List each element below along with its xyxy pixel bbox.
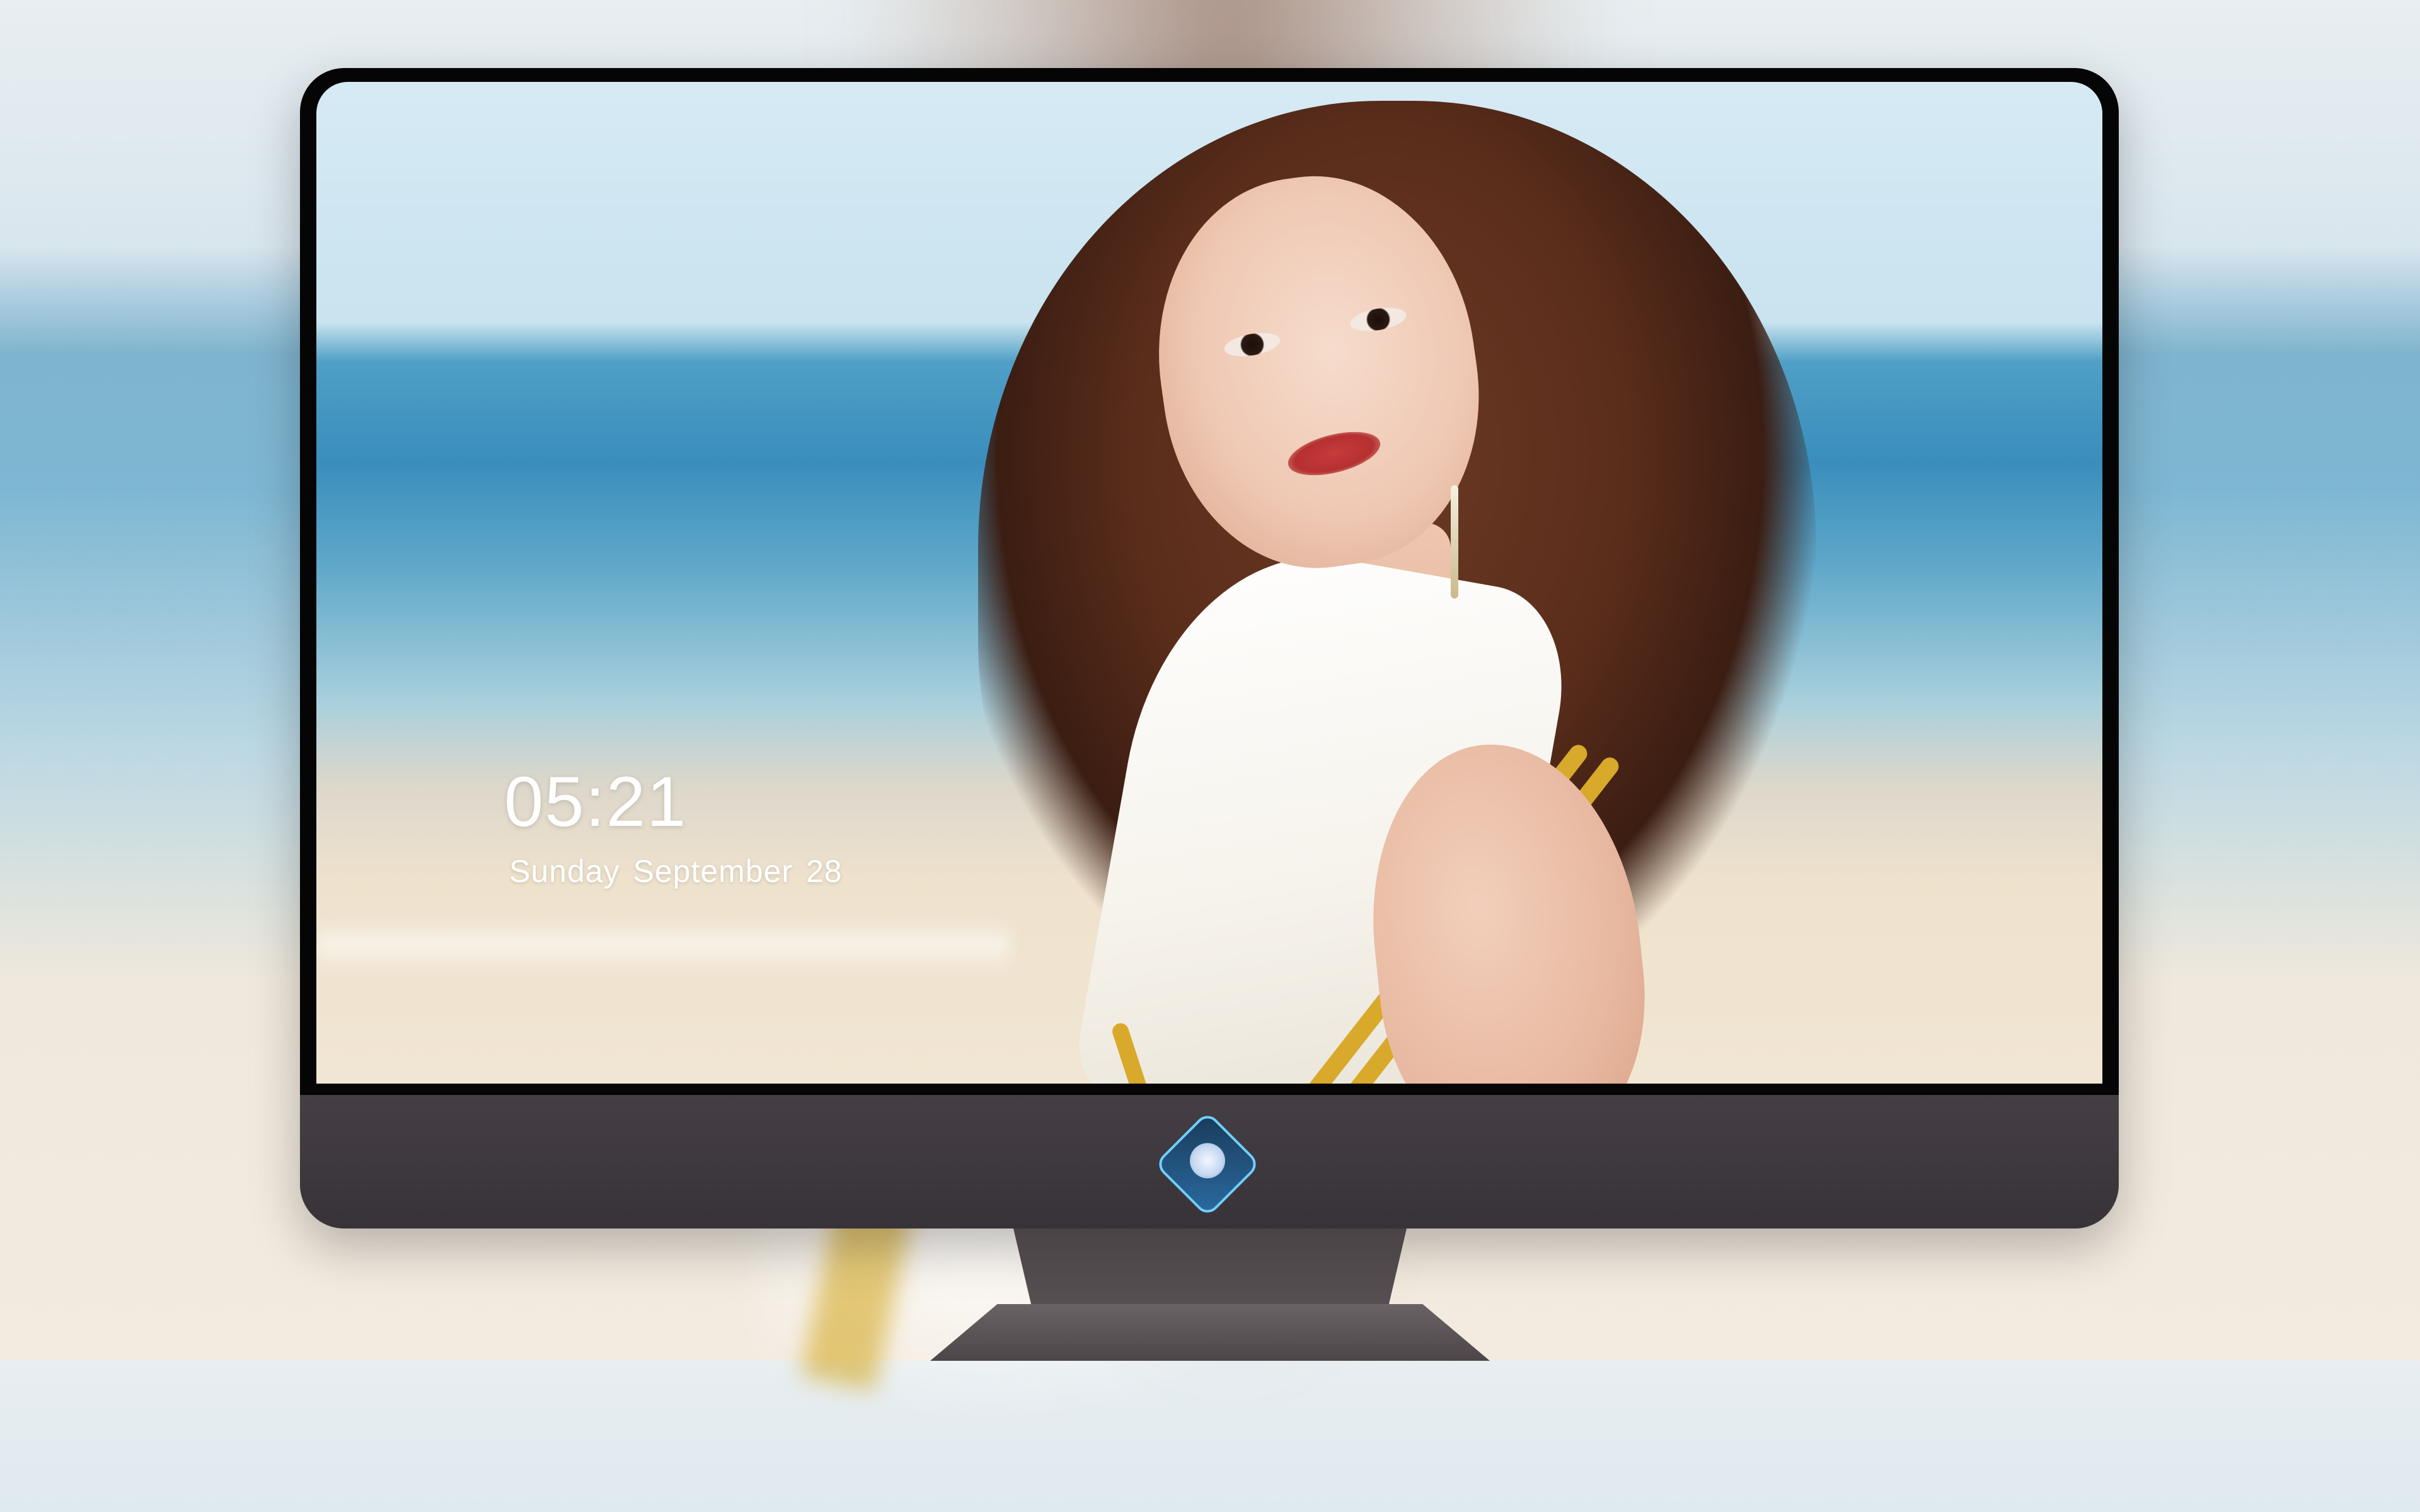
monitor-screen: 05:21 Sunday September 28 <box>316 82 2102 1084</box>
logo-center <box>1182 1135 1233 1186</box>
lockscreen-date: Sunday September 28 <box>509 854 843 889</box>
wallpaper-sea-foam <box>316 920 1010 970</box>
monitor-stand-base <box>930 1304 1490 1361</box>
desktop-monitor: 05:21 Sunday September 28 <box>300 68 2119 1228</box>
wallpaper-person-earring <box>1451 485 1458 598</box>
lockscreen-clock: 05:21 <box>504 762 688 841</box>
